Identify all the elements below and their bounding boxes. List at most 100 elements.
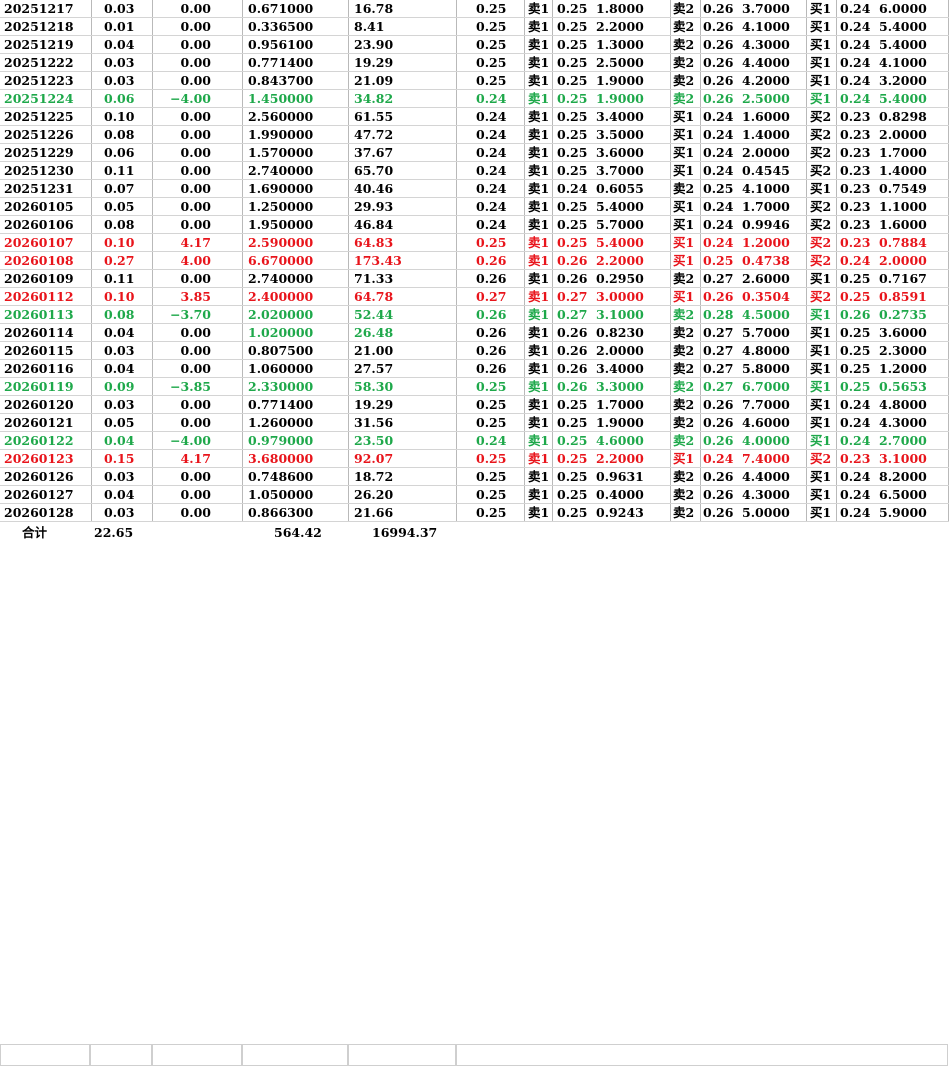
cell-s2v: 3.7000 — [742, 1, 790, 16]
cell-s1l: 卖1 — [528, 469, 550, 484]
table-row: 20260119 0.09 −3.85 2.330000 58.30 0.25 卖1 0.26… — [0, 378, 949, 396]
cell-p: 0.24 — [476, 199, 507, 214]
cell-s2l: 卖2 — [673, 433, 695, 448]
table-row: 20260113 0.08 −3.70 2.020000 52.44 0.26 卖1 0.27… — [0, 306, 949, 324]
cell-b1l: 买1 — [810, 469, 832, 484]
cell-s2l: 买1 — [673, 199, 695, 214]
cell-s1l: 卖1 — [528, 343, 550, 358]
cell-b1v: 0.7884 — [879, 235, 927, 250]
total-c: 564.42 — [274, 525, 322, 540]
cell-s1p: 0.25 — [557, 55, 588, 70]
cell-s2p: 0.26 — [703, 433, 734, 448]
cell-b1v: 1.4000 — [879, 163, 927, 178]
cell-b1p: 0.24 — [840, 91, 871, 106]
cell-b1v: 6.0000 — [879, 1, 927, 16]
cell-b1p: 0.25 — [840, 271, 871, 286]
cell-s1v: 5.7000 — [596, 217, 644, 232]
cell-b1l: 买1 — [810, 505, 832, 520]
cell-date: 20260114 — [4, 325, 74, 340]
cell-b1p: 0.23 — [840, 451, 871, 466]
cell-s2p: 0.24 — [703, 163, 734, 178]
cell-b1l: 买1 — [810, 343, 832, 358]
cell-b1v: 3.2000 — [879, 73, 927, 88]
cell-s2p: 0.26 — [703, 37, 734, 52]
cell-b1v: 3.1000 — [879, 451, 927, 466]
cell-b1p: 0.23 — [840, 109, 871, 124]
cell-s1v: 1.9000 — [596, 73, 644, 88]
cell-p: 0.26 — [476, 361, 507, 376]
cell-b1p: 0.24 — [840, 19, 871, 34]
cell-s1v: 2.2000 — [596, 19, 644, 34]
cell-c: 2.560000 — [248, 109, 314, 124]
cell-b1v: 1.2000 — [879, 361, 927, 376]
cell-s2v: 0.4738 — [742, 253, 790, 268]
cell-b: 0.00 — [180, 73, 211, 88]
cell-p: 0.25 — [476, 55, 507, 70]
cell-s1l: 卖1 — [528, 19, 550, 34]
cell-d: 26.48 — [354, 325, 394, 340]
cell-c: 2.330000 — [248, 379, 314, 394]
cell-a: 0.03 — [104, 469, 135, 484]
cell-c: 0.771400 — [248, 397, 314, 412]
cell-b1l: 买2 — [810, 451, 832, 466]
cell-p: 0.25 — [476, 415, 507, 430]
cell-d: 16.78 — [354, 1, 394, 16]
cell-s1l: 卖1 — [528, 37, 550, 52]
cell-c: 0.671000 — [248, 1, 314, 16]
cell-b1l: 买1 — [810, 73, 832, 88]
cell-b1p: 0.24 — [840, 415, 871, 430]
cell-b1l: 买2 — [810, 253, 832, 268]
cell-s2p: 0.26 — [703, 55, 734, 70]
cell-s1l: 卖1 — [528, 397, 550, 412]
cell-s1l: 卖1 — [528, 73, 550, 88]
cell-a: 0.08 — [104, 217, 135, 232]
cell-s2l: 卖2 — [673, 361, 695, 376]
cell-date: 20260120 — [4, 397, 74, 412]
cell-b1v: 4.8000 — [879, 397, 927, 412]
cell-b1v: 2.7000 — [879, 433, 927, 448]
cell-b1p: 0.23 — [840, 181, 871, 196]
cell-date: 20260105 — [4, 199, 74, 214]
cell-d: 61.55 — [354, 109, 394, 124]
cell-s1l: 卖1 — [528, 307, 550, 322]
cell-p: 0.25 — [476, 1, 507, 16]
cell-b: −3.70 — [170, 307, 211, 322]
cell-s2p: 0.24 — [703, 199, 734, 214]
cell-date: 20260115 — [4, 343, 74, 358]
table-row: 20260106 0.08 0.00 1.950000 46.84 0.24 卖1 0.25 5… — [0, 216, 949, 234]
cell-a: 0.08 — [104, 307, 135, 322]
cell-p: 0.25 — [476, 469, 507, 484]
cell-a: 0.15 — [104, 451, 135, 466]
cell-b1l: 买1 — [810, 397, 832, 412]
cell-c: 1.060000 — [248, 361, 314, 376]
cell-b1l: 买2 — [810, 289, 832, 304]
cell-a: 0.08 — [104, 127, 135, 142]
cell-b1p: 0.25 — [840, 379, 871, 394]
cell-b: −4.00 — [170, 433, 211, 448]
cell-s1v: 3.4000 — [596, 361, 644, 376]
cell-d: 34.82 — [354, 91, 394, 106]
cell-s2v: 4.2000 — [742, 73, 790, 88]
cell-d: 29.93 — [354, 199, 394, 214]
table-row: 20251230 0.11 0.00 2.740000 65.70 0.24 卖1 0.25 3… — [0, 162, 949, 180]
cell-b1p: 0.24 — [840, 469, 871, 484]
cell-a: 0.03 — [104, 73, 135, 88]
cell-date: 20251231 — [4, 181, 74, 196]
cell-s2v: 5.8000 — [742, 361, 790, 376]
cell-s1v: 1.9000 — [596, 91, 644, 106]
cell-s2v: 4.3000 — [742, 37, 790, 52]
cell-c: 0.336500 — [248, 19, 314, 34]
cell-s2l: 买1 — [673, 145, 695, 160]
cell-s2l: 卖2 — [673, 1, 695, 16]
cell-date: 20251223 — [4, 73, 74, 88]
cell-b: 0.00 — [180, 1, 211, 16]
cell-s2l: 卖2 — [673, 469, 695, 484]
cell-s2v: 4.6000 — [742, 415, 790, 430]
cell-a: 0.03 — [104, 397, 135, 412]
cell-d: 46.84 — [354, 217, 394, 232]
cell-s2v: 4.1000 — [742, 19, 790, 34]
cell-date: 20260108 — [4, 253, 74, 268]
cell-b: 4.17 — [180, 235, 211, 250]
cell-s2v: 4.3000 — [742, 487, 790, 502]
cell-s1v: 5.4000 — [596, 199, 644, 214]
